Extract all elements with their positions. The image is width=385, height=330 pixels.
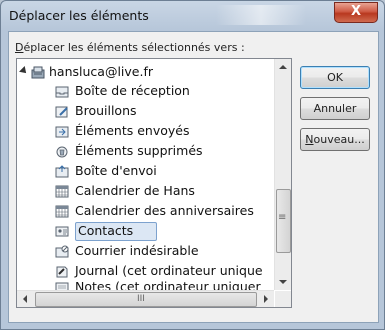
tree-item-deleted[interactable]: Éléments supprimés (17, 141, 273, 161)
new-folder-button[interactable]: Nouveau... (300, 128, 370, 151)
expand-toggle-icon[interactable] (19, 66, 29, 76)
tree-item-junk[interactable]: Courrier indésirable (17, 241, 273, 261)
dialog-body: Déplacer les éléments sélectionnés vers … (8, 31, 379, 323)
tree-item-label: Courrier indésirable (75, 243, 199, 258)
tree-item-label: Journal (cet ordinateur unique (75, 263, 263, 278)
junk-icon (55, 244, 69, 258)
tree-item-calendar-birthdays[interactable]: Calendrier des anniversaires (17, 201, 273, 221)
tree-item-outbox[interactable]: Boîte d'envoi (17, 161, 273, 181)
folder-tree[interactable]: hansluca@live.fr Boîte de réception Brou… (16, 58, 292, 308)
tree-item-label: Boîte d'envoi (75, 163, 157, 178)
tree-root-label: hansluca@live.fr (49, 64, 153, 79)
tree-item-label: Calendrier des anniversaires (75, 203, 254, 218)
tree-item-journal[interactable]: Journal (cet ordinateur unique (17, 261, 273, 281)
dialog-title: Déplacer les éléments (9, 8, 149, 23)
tree-root-account[interactable]: hansluca@live.fr (17, 62, 273, 82)
horizontal-scrollbar[interactable]: III (17, 290, 274, 307)
scroll-down-arrow-icon[interactable] (279, 280, 287, 284)
vertical-scrollbar[interactable]: ≡ (274, 59, 291, 290)
tree-item-label: Éléments envoyés (75, 123, 190, 138)
deleted-icon (55, 144, 69, 158)
tree-item-label: Calendrier de Hans (75, 183, 195, 198)
tree-item-sent[interactable]: Éléments envoyés (17, 121, 273, 141)
tree-item-label: Brouillons (75, 103, 137, 118)
outbox-icon (55, 164, 69, 178)
tree-item-inbox[interactable]: Boîte de réception (17, 81, 273, 101)
move-to-text: éplacer les éléments sélectionnés vers : (23, 41, 245, 54)
calendar-icon (55, 184, 69, 198)
scrollbar-corner (275, 291, 291, 307)
new-folder-mnemonic: N (305, 133, 314, 146)
drafts-icon (55, 104, 69, 118)
tree-item-calendar-hans[interactable]: Calendrier de Hans (17, 181, 273, 201)
close-button[interactable]: X (334, 2, 378, 23)
title-bar-glare (216, 5, 306, 25)
contacts-icon (55, 224, 69, 237)
scroll-up-arrow-icon[interactable] (279, 65, 287, 69)
tree-item-contacts[interactable]: Contacts (17, 221, 273, 241)
vertical-thumb-grip: ≡ (278, 212, 287, 223)
ok-button[interactable]: OK (300, 66, 370, 89)
calendar-icon (55, 204, 69, 218)
horizontal-scroll-thumb[interactable]: III (35, 292, 257, 307)
new-folder-text: ouveau... (313, 133, 365, 146)
tree-item-label: Boîte de réception (75, 83, 190, 98)
cancel-button[interactable]: Annuler (300, 97, 370, 120)
tree-item-label: Contacts (78, 223, 134, 238)
journal-icon (55, 264, 69, 278)
move-to-label: Déplacer les éléments sélectionnés vers … (15, 41, 245, 54)
sent-icon (55, 124, 69, 138)
scroll-right-arrow-icon[interactable] (264, 295, 268, 303)
move-items-dialog: Déplacer les éléments X Déplacer les élé… (0, 0, 385, 330)
close-icon: X (350, 4, 362, 19)
scroll-left-arrow-icon[interactable] (23, 295, 27, 303)
tree-item-label: Éléments supprimés (75, 143, 203, 158)
tree-item-drafts[interactable]: Brouillons (17, 101, 273, 121)
title-bar[interactable]: Déplacer les éléments X (1, 1, 384, 31)
inbox-icon (55, 84, 69, 98)
vertical-scroll-thumb[interactable]: ≡ (276, 189, 291, 253)
horizontal-thumb-grip: III (137, 294, 145, 304)
account-icon (31, 65, 45, 79)
